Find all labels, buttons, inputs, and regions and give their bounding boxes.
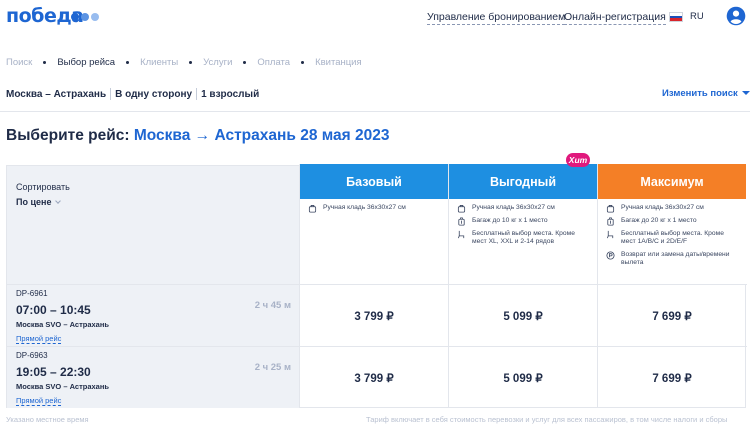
arrow-right-icon: → (194, 127, 211, 144)
breadcrumb-separator (243, 61, 247, 64)
flight-info: DP-6961 07:00 – 10:45 2 ч 45 м Москва SV… (7, 285, 299, 346)
breadcrumb-clients: Клиенты (140, 57, 179, 68)
flight-number: DP-6963 (16, 351, 48, 360)
tariff-feature: Ручная кладь 36x30x27 см (306, 204, 442, 213)
breadcrumb-services: Услуги (203, 57, 233, 68)
top-bar: победа Управление бронированием Онлайн-р… (0, 0, 750, 36)
chevron-down-icon (55, 198, 62, 204)
summary-trip-type: В одну сторону (115, 88, 193, 100)
sort-dropdown[interactable]: По цене (16, 197, 62, 207)
tariff-profitable: Выгодный Ручная кладь 36x30x27 см Багаж … (448, 164, 597, 284)
russia-flag-icon[interactable] (669, 12, 683, 22)
tariff-maximum-header[interactable]: Максимум (598, 164, 746, 199)
luggage-icon (458, 217, 465, 226)
flights-table: Сортировать По цене Базовый Ручная кладь… (6, 164, 747, 408)
tariff-feature-text: Ручная кладь 36x30x27 см (323, 204, 406, 211)
tariff-feature: Возврат или замена даты/времени вылета (604, 251, 740, 267)
tariff-feature-text: Багаж до 20 кг х 1 место (621, 217, 697, 224)
flight-row: DP-6963 19:05 – 22:30 2 ч 25 м Москва SV… (7, 346, 747, 408)
caret-down-icon (741, 91, 750, 96)
sort-label: Сортировать (16, 182, 70, 192)
breadcrumb-separator (301, 61, 305, 64)
direct-flight-link[interactable]: Прямой рейс (16, 334, 62, 344)
breadcrumb-separator (126, 61, 130, 64)
flight-cities: Москва SVO – Астрахань (16, 320, 109, 329)
bag-icon (457, 205, 466, 213)
page-title: Выберите рейс: Москва → Астрахань 28 мая… (6, 127, 389, 145)
summary-route: Москва – Астрахань (6, 88, 107, 100)
seat-icon (606, 230, 614, 239)
tariff-feature: Ручная кладь 36x30x27 см (604, 204, 740, 213)
tariff-note: Тариф включает в себя стоимость перевозк… (366, 415, 728, 424)
seat-icon (457, 230, 465, 239)
flight-cities: Москва SVO – Астрахань (16, 382, 109, 391)
flight-info: DP-6963 19:05 – 22:30 2 ч 25 м Москва SV… (7, 347, 299, 408)
summary-separator (196, 88, 198, 100)
flight-row: DP-6961 07:00 – 10:45 2 ч 45 м Москва SV… (7, 284, 747, 346)
local-time-note: Указано местное время (6, 415, 89, 424)
search-summary: Москва – Астрахань В одну сторону 1 взро… (6, 88, 259, 100)
change-search-label: Изменить поиск (662, 88, 738, 99)
online-checkin-link[interactable]: Онлайн-регистрация (564, 11, 666, 25)
tariff-feature-text: Бесплатный выбор места. Кроме мест 1A/B/… (621, 230, 724, 245)
summary-passengers: 1 взрослый (201, 88, 260, 100)
language-selector[interactable]: RU (690, 11, 704, 22)
logo-dots (71, 13, 99, 21)
tariff-feature: Ручная кладь 36x30x27 см (455, 204, 591, 213)
flight-duration: 2 ч 45 м (254, 300, 291, 311)
sort-value: По цене (16, 197, 52, 207)
breadcrumb-flight-select: Выбор рейса (57, 57, 116, 68)
tariff-feature-text: Возврат или замена даты/времени вылета (621, 251, 730, 266)
breadcrumb: Поиск Выбор рейса Клиенты Услуги Оплата … (6, 57, 362, 68)
title-from: Москва (133, 127, 191, 144)
price-cell-basic[interactable]: 3 799 ₽ (299, 347, 448, 408)
tariff-profitable-header[interactable]: Выгодный (449, 164, 597, 199)
tariff-feature-text: Бесплатный выбор места. Кроме мест XL, X… (472, 230, 575, 245)
divider (0, 111, 750, 112)
breadcrumb-search[interactable]: Поиск (6, 57, 32, 68)
bag-icon (606, 205, 615, 213)
tariff-basic: Базовый Ручная кладь 36x30x27 см (299, 164, 448, 284)
flight-number: DP-6961 (16, 289, 48, 298)
bag-icon (308, 205, 317, 213)
breadcrumb-receipt: Квитанция (315, 57, 362, 68)
refund-icon (606, 251, 615, 260)
sort-panel: Сортировать По цене (7, 166, 299, 284)
price-cell-maximum[interactable]: 7 699 ₽ (597, 285, 746, 346)
price-cell-basic[interactable]: 3 799 ₽ (299, 285, 448, 346)
tariff-feature-text: Ручная кладь 36x30x27 см (472, 204, 555, 211)
price-cell-maximum[interactable]: 7 699 ₽ (597, 347, 746, 408)
tariff-feature: Бесплатный выбор места. Кроме мест XL, X… (455, 230, 591, 246)
tariff-maximum: Максимум Ручная кладь 36x30x27 см Багаж … (597, 164, 746, 284)
tariff-feature-text: Ручная кладь 36x30x27 см (621, 204, 704, 211)
title-to: Астрахань (214, 127, 296, 144)
breadcrumb-separator (43, 61, 47, 64)
price-cell-profitable[interactable]: 5 099 ₽ (448, 285, 597, 346)
hit-badge: Хит (566, 153, 590, 167)
title-prefix: Выберите рейс: (6, 127, 130, 144)
title-date: 28 мая 2023 (300, 127, 390, 144)
flight-times: 07:00 – 10:45 (16, 303, 91, 317)
tariff-feature: Багаж до 20 кг х 1 место (604, 217, 740, 226)
breadcrumb-payment: Оплата (257, 57, 291, 68)
tariff-basic-header[interactable]: Базовый (300, 164, 448, 199)
luggage-icon (607, 217, 614, 226)
tariff-feature-text: Багаж до 10 кг х 1 место (472, 217, 548, 224)
summary-separator (110, 88, 112, 100)
flight-times: 19:05 – 22:30 (16, 365, 91, 379)
manage-booking-link[interactable]: Управление бронированием (427, 11, 566, 25)
breadcrumb-separator (189, 61, 193, 64)
user-icon[interactable] (726, 6, 746, 26)
price-cell-profitable[interactable]: 5 099 ₽ (448, 347, 597, 408)
change-search-button[interactable]: Изменить поиск (662, 88, 750, 99)
flight-duration: 2 ч 25 м (254, 362, 291, 373)
tariff-feature: Бесплатный выбор места. Кроме мест 1A/B/… (604, 230, 740, 246)
direct-flight-link[interactable]: Прямой рейс (16, 396, 62, 406)
tariff-feature: Багаж до 10 кг х 1 место (455, 217, 591, 226)
